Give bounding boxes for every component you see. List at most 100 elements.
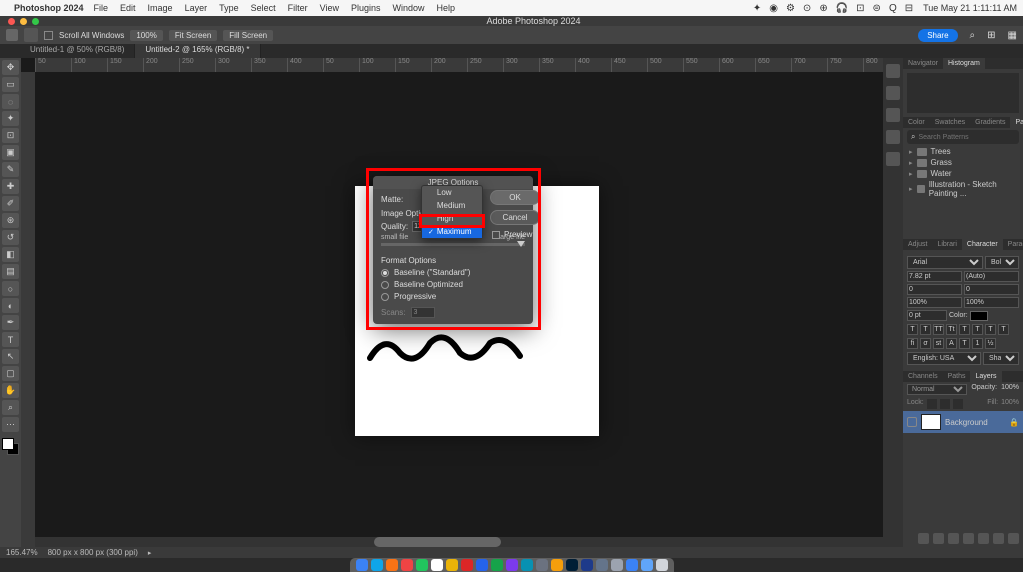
strike-icon[interactable]: T: [998, 324, 1009, 335]
dock-app-icon[interactable]: [476, 559, 488, 571]
underline-icon[interactable]: T: [985, 324, 996, 335]
dock-app-icon[interactable]: [596, 559, 608, 571]
heal-tool[interactable]: ✚: [2, 179, 19, 194]
opentype-icon[interactable]: 1: [972, 338, 983, 349]
menu-type[interactable]: Type: [219, 3, 239, 13]
dock-app-icon[interactable]: [461, 559, 473, 571]
dock-app-icon[interactable]: [491, 559, 503, 571]
maximize-window-icon[interactable]: [32, 18, 39, 25]
move-tool[interactable]: ✥: [2, 60, 19, 75]
cancel-button[interactable]: Cancel: [490, 210, 540, 225]
dock-app-icon[interactable]: [356, 559, 368, 571]
chevron-right-icon[interactable]: ▸: [148, 549, 152, 557]
tab-untitled-1[interactable]: Untitled-1 @ 50% (RGB/8): [20, 44, 135, 58]
dock-app-icon[interactable]: [386, 559, 398, 571]
lock-position-icon[interactable]: [940, 399, 950, 409]
type-tool[interactable]: T: [2, 332, 19, 347]
dock-app-icon[interactable]: [581, 559, 593, 571]
dock-app-icon[interactable]: [641, 559, 653, 571]
control-center-icon[interactable]: ⊟: [905, 3, 913, 14]
opentype-icon[interactable]: fi: [907, 338, 918, 349]
ok-button[interactable]: OK: [490, 190, 540, 205]
menu-edit[interactable]: Edit: [120, 3, 136, 13]
menu-file[interactable]: File: [94, 3, 109, 13]
tab-histogram[interactable]: Histogram: [943, 58, 985, 69]
quality-option-low[interactable]: ✓Low: [422, 186, 482, 199]
status-doc-info[interactable]: 800 px x 800 px (300 ppi): [48, 548, 138, 557]
tab-swatches[interactable]: Swatches: [930, 117, 970, 128]
kerning-input[interactable]: [907, 284, 962, 295]
radio-baseline-optimized[interactable]: Baseline Optimized: [381, 280, 525, 289]
tab-color[interactable]: Color: [903, 117, 930, 128]
menu-window[interactable]: Window: [393, 3, 425, 13]
app-menu[interactable]: Photoshop 2024: [14, 3, 84, 13]
text-color-swatch[interactable]: [970, 311, 988, 321]
quality-option-maximum[interactable]: ✓Maximum: [422, 225, 482, 238]
panel-icon[interactable]: [886, 86, 900, 100]
tab-patterns[interactable]: Patterns: [1010, 117, 1023, 128]
opacity-value[interactable]: 100%: [1001, 384, 1019, 395]
home-icon[interactable]: [6, 29, 18, 41]
sub-icon[interactable]: T: [972, 324, 983, 335]
menu-layer[interactable]: Layer: [185, 3, 208, 13]
tab-paragraph[interactable]: Paragr: [1003, 239, 1023, 250]
preview-checkbox[interactable]: Preview: [492, 230, 532, 239]
layer-background[interactable]: Background 🔒: [903, 411, 1023, 433]
dock-app-icon[interactable]: [446, 559, 458, 571]
font-select[interactable]: Arial: [907, 256, 983, 269]
headphones-icon[interactable]: 🎧: [836, 3, 848, 14]
radio-icon[interactable]: [381, 281, 389, 289]
dock-app-icon[interactable]: [551, 559, 563, 571]
share-button[interactable]: Share: [918, 29, 957, 42]
close-window-icon[interactable]: [8, 18, 15, 25]
tab-paths[interactable]: Paths: [943, 371, 971, 382]
opentype-icon[interactable]: st: [933, 338, 944, 349]
tracking-input[interactable]: [964, 284, 1019, 295]
workspace-icon[interactable]: ⊞: [987, 30, 995, 41]
pen-tool[interactable]: ✒: [2, 315, 19, 330]
tab-adjust[interactable]: Adjust: [903, 239, 932, 250]
arrange-icon[interactable]: ▦: [1008, 30, 1017, 41]
quality-option-medium[interactable]: ✓Medium: [422, 199, 482, 212]
visibility-icon[interactable]: [907, 417, 917, 427]
tab-character[interactable]: Character: [962, 239, 1003, 250]
layer-thumbnail[interactable]: [921, 414, 941, 430]
italic-icon[interactable]: T: [920, 324, 931, 335]
dock-app-icon[interactable]: [431, 559, 443, 571]
style-select[interactable]: Bold: [985, 256, 1019, 269]
antialias-select[interactable]: Sharp: [983, 352, 1019, 365]
trash-icon[interactable]: [1008, 533, 1019, 544]
tab-libraries[interactable]: Librari: [932, 239, 961, 250]
slider-thumb[interactable]: [517, 241, 525, 247]
status-icon[interactable]: ✦: [753, 3, 761, 14]
dock-app-icon[interactable]: [371, 559, 383, 571]
status-zoom[interactable]: 165.47%: [6, 548, 38, 557]
folder-grass[interactable]: ▸Grass: [903, 157, 1023, 168]
search-icon[interactable]: Q: [889, 3, 897, 14]
panel-icon[interactable]: [886, 152, 900, 166]
menu-plugins[interactable]: Plugins: [351, 3, 381, 13]
tab-navigator[interactable]: Navigator: [903, 58, 943, 69]
folder-trees[interactable]: ▸Trees: [903, 146, 1023, 157]
quality-option-high[interactable]: ✓High: [422, 212, 482, 225]
fit-screen-button[interactable]: Fit Screen: [169, 30, 217, 41]
opentype-icon[interactable]: A: [946, 338, 957, 349]
fill-screen-button[interactable]: Fill Screen: [223, 30, 273, 41]
search-icon[interactable]: ⌕: [970, 30, 976, 41]
wand-tool[interactable]: ✦: [2, 111, 19, 126]
menu-image[interactable]: Image: [148, 3, 173, 13]
frame-tool[interactable]: ▣: [2, 145, 19, 160]
dock-app-icon[interactable]: [626, 559, 638, 571]
menubar-clock[interactable]: Tue May 21 1:11:11 AM: [923, 3, 1017, 13]
tab-untitled-2[interactable]: Untitled-2 @ 165% (RGB/8) *: [135, 44, 260, 58]
baseline-input[interactable]: [907, 310, 947, 321]
menu-select[interactable]: Select: [251, 3, 276, 13]
blur-tool[interactable]: ○: [2, 281, 19, 296]
dock-app-icon[interactable]: [611, 559, 623, 571]
zoom-tool[interactable]: ⌕: [2, 400, 19, 415]
lock-icon[interactable]: 🔒: [1009, 418, 1019, 427]
pattern-search-input[interactable]: [918, 134, 1015, 141]
panel-icon[interactable]: [886, 108, 900, 122]
mask-icon[interactable]: [948, 533, 959, 544]
scroll-all-checkbox[interactable]: [44, 31, 53, 40]
